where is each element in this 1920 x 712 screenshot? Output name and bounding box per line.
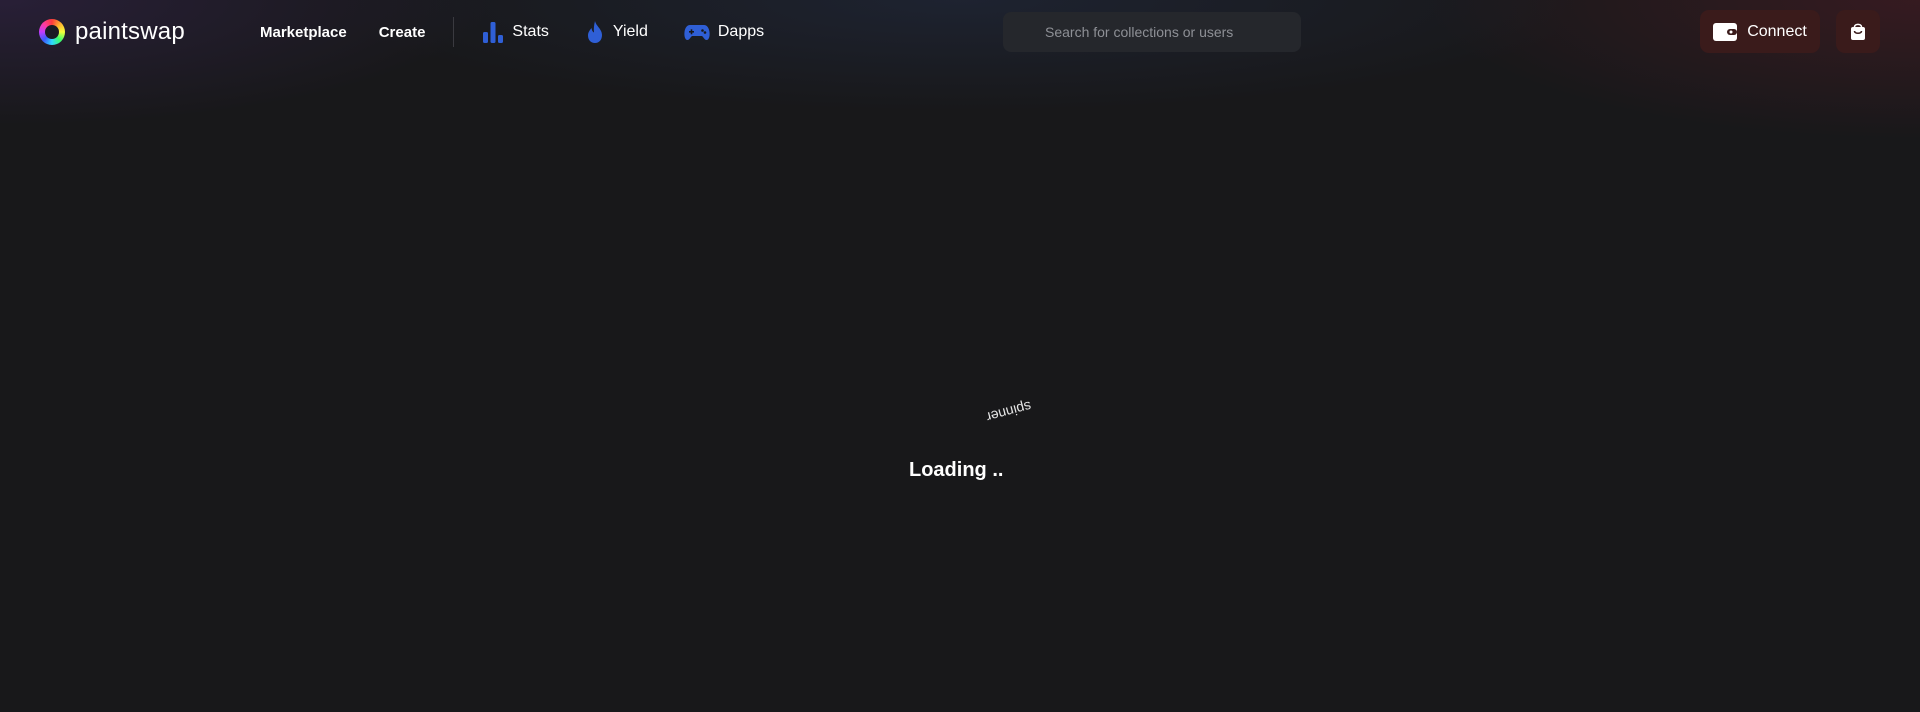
paintswap-ring-icon [39, 19, 65, 45]
nav-yield[interactable]: Yield [585, 20, 648, 44]
connect-label: Connect [1747, 22, 1807, 40]
search-bar [1003, 12, 1301, 52]
flame-icon [587, 21, 602, 43]
nav-marketplace[interactable]: Marketplace [260, 24, 347, 41]
main-nav: Marketplace Create Stats Yield Dapps [260, 17, 800, 47]
brand-logo[interactable]: paintswap [39, 17, 185, 47]
nav-divider [453, 17, 455, 47]
spinner-image-alt: spinner [984, 398, 1034, 426]
nav-dapps-label: Dapps [717, 23, 765, 40]
bar-chart-icon [483, 22, 504, 43]
gamepad-icon [684, 25, 710, 40]
search-input[interactable] [1043, 23, 1287, 41]
nav-dapps[interactable]: Dapps [684, 23, 764, 41]
cart-button[interactable] [1836, 10, 1880, 53]
nav-stats[interactable]: Stats [482, 21, 549, 43]
top-navbar: paintswap Marketplace Create Stats Yield [0, 0, 1920, 64]
loading-text: Loading .. [909, 459, 1004, 481]
brand-name: paintswap [75, 18, 185, 45]
nav-stats-label: Stats [512, 23, 549, 40]
nav-yield-label: Yield [612, 23, 648, 40]
shopping-bag-icon [1851, 23, 1865, 40]
wallet-icon [1713, 22, 1738, 41]
connect-wallet-button[interactable]: Connect [1700, 10, 1820, 53]
nav-create[interactable]: Create [379, 24, 426, 41]
